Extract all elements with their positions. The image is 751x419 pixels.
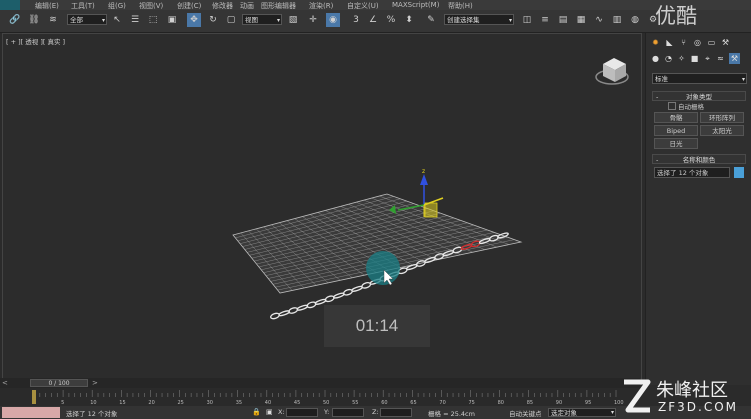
chain-link[interactable] <box>324 295 335 303</box>
keyboard-shortcut-override-icon[interactable]: ◉ <box>326 13 340 27</box>
chain-link[interactable] <box>306 301 317 309</box>
angle-snap-icon[interactable]: ∠ <box>366 13 380 27</box>
window-crossing-icon[interactable]: ▣ <box>165 13 179 27</box>
chain-link[interactable] <box>332 292 345 299</box>
unlink-icon[interactable]: ⛓ <box>27 13 41 27</box>
named-selection-dropdown[interactable]: 创建选择集 ▾ <box>444 14 514 25</box>
shapes-icon[interactable]: ◔ <box>663 53 674 64</box>
pivot-center-icon[interactable]: ▧ <box>286 13 300 27</box>
time-slider-right-arrow[interactable]: > <box>92 379 98 387</box>
y-label: Y: <box>324 408 330 416</box>
object-color-swatch[interactable] <box>734 167 744 178</box>
spinner-snap-icon[interactable]: ⬍ <box>402 13 416 27</box>
utilities-tab-icon[interactable]: ⚒ <box>720 37 731 48</box>
perspective-viewport[interactable]: z <box>2 33 642 385</box>
track-bar-ruler: 0510152025303540455055606570758085909510… <box>32 390 624 406</box>
viewport-label[interactable]: [ + ][ 透视 ][ 真实 ] <box>6 36 65 46</box>
bind-spacewarp-icon[interactable]: ≋ <box>46 13 60 27</box>
snaps-toggle-icon[interactable]: 3 <box>349 13 363 27</box>
recording-timer: 01:14 <box>324 305 430 347</box>
scale-icon[interactable]: ▢ <box>224 13 238 27</box>
viewport-scene: z <box>232 58 629 320</box>
display-tab-icon[interactable]: ▭ <box>706 37 717 48</box>
max-logo-button[interactable] <box>0 0 20 10</box>
z-label: Z: <box>372 408 379 416</box>
cursor-highlight <box>366 251 400 285</box>
spacewarps-icon[interactable]: ≈ <box>715 53 726 64</box>
cameras-icon[interactable]: ■ <box>689 53 700 64</box>
autogrid-checkbox[interactable] <box>668 102 676 110</box>
auto-key-label: 自动关键点 <box>509 410 542 418</box>
zf3d-logo-icon <box>624 379 651 413</box>
main-toolbar: 🔗 ⛓ ≋ 全部 ▾ ↖ ☰ ⬚ ▣ ✥ ↻ ▢ 视图 ▾ ▧ ✛ ◉ 3 ∠ % … <box>0 10 751 33</box>
category-dropdown[interactable]: 标准 ▾ <box>652 73 747 84</box>
select-by-name-icon[interactable]: ☰ <box>128 13 142 27</box>
select-object-icon[interactable]: ↖ <box>110 13 124 27</box>
autogrid-label: 自动栅格 <box>678 103 704 111</box>
systems-icon[interactable]: ⚒ <box>729 53 740 64</box>
watermark-site-url: ZF3D.COM <box>658 400 738 414</box>
key-filter-dropdown[interactable]: 选定对象 ▾ <box>548 408 616 417</box>
chain-link[interactable] <box>296 304 309 311</box>
material-editor-icon[interactable]: ◍ <box>628 13 642 27</box>
biped-button[interactable]: Biped <box>654 125 698 136</box>
object-type-rollout[interactable]: - 对象类型 <box>652 91 746 101</box>
percent-snap-icon[interactable]: % <box>384 13 398 27</box>
y-coordinate-field[interactable] <box>332 408 364 417</box>
absolute-mode-icon[interactable]: ▣ <box>266 408 274 417</box>
time-slider[interactable]: 0 / 100 < > <box>0 378 640 388</box>
layer-manager-icon[interactable]: ▤ <box>556 13 570 27</box>
svg-text:z: z <box>422 168 425 175</box>
helpers-icon[interactable]: ⌖ <box>702 53 713 64</box>
hierarchy-tab-icon[interactable]: ⑂ <box>678 37 689 48</box>
youku-watermark-logo: 优酷 <box>655 4 697 28</box>
edit-named-selection-icon[interactable]: ✎ <box>424 13 438 27</box>
link-icon[interactable]: 🔗 <box>8 13 22 27</box>
rectangular-selection-icon[interactable]: ⬚ <box>146 13 160 27</box>
curve-editor-icon[interactable]: ∿ <box>592 13 606 27</box>
x-label: X: <box>278 408 285 416</box>
chain-link[interactable] <box>270 312 280 320</box>
maxscript-listener[interactable] <box>2 407 60 418</box>
sunlight-button[interactable]: 太阳光 <box>700 125 744 136</box>
command-panel: ✹ ◣ ⑂ ◎ ▭ ⚒ ● ◔ ✧ ■ ⌖ ≈ ⚒ 标准 ▾ - 对象类型 自动栅格… <box>645 33 751 385</box>
chain-link[interactable] <box>288 307 299 314</box>
selection-status-text: 选择了 12 个对象 <box>66 410 118 418</box>
current-frame-marker[interactable] <box>32 390 36 404</box>
zf3d-watermark-logo: 朱峰社区 ZF3D.COM <box>616 374 751 419</box>
daylight-button[interactable]: 日光 <box>654 138 698 149</box>
time-slider-left-arrow[interactable]: < <box>2 379 8 387</box>
lights-icon[interactable]: ✧ <box>676 53 687 64</box>
schematic-view-icon[interactable]: ▥ <box>610 13 624 27</box>
chain-link[interactable] <box>351 285 363 293</box>
lock-selection-icon[interactable]: 🔒 <box>252 408 261 417</box>
viewcube[interactable] <box>595 58 629 85</box>
time-slider-thumb[interactable]: 0 / 100 <box>30 379 88 387</box>
x-coordinate-field[interactable] <box>286 408 318 417</box>
motion-tab-icon[interactable]: ◎ <box>692 37 703 48</box>
modify-tab-icon[interactable]: ◣ <box>664 37 675 48</box>
move-icon[interactable]: ✥ <box>187 13 201 27</box>
graphite-toolbar-icon[interactable]: ▦ <box>574 13 588 27</box>
z-coordinate-field[interactable] <box>380 408 412 417</box>
track-bar[interactable]: 0510152025303540455055606570758085909510… <box>0 388 640 406</box>
chain-link[interactable] <box>278 310 290 317</box>
menu-maxscript[interactable]: MAXScript(M) <box>392 1 439 9</box>
rotate-icon[interactable]: ↻ <box>206 13 220 27</box>
bones-button[interactable]: 骨骼 <box>654 112 698 123</box>
grid-spacing-text: 栅格 = 25.4cm <box>428 410 475 418</box>
object-name-field[interactable]: 选择了 12 个对象 <box>654 167 730 178</box>
create-tab-icon[interactable]: ✹ <box>650 37 661 48</box>
align-icon[interactable]: ≡ <box>538 13 552 27</box>
selection-filter-dropdown[interactable]: 全部 ▾ <box>67 14 107 25</box>
reference-coordinate-dropdown[interactable]: 视图 ▾ <box>242 14 282 25</box>
name-color-rollout[interactable]: - 名称和颜色 <box>652 154 746 164</box>
geometry-icon[interactable]: ● <box>650 53 661 64</box>
select-manipulate-icon[interactable]: ✛ <box>306 13 320 27</box>
menu-bar: 编辑(E) 工具(T) 组(G) 视图(V) 创建(C) 修改器 动画 图形编辑… <box>0 0 751 10</box>
mirror-icon[interactable]: ◫ <box>520 13 534 27</box>
watermark-site-name: 朱峰社区 <box>656 380 728 401</box>
ring-array-button[interactable]: 环形阵列 <box>700 112 744 123</box>
